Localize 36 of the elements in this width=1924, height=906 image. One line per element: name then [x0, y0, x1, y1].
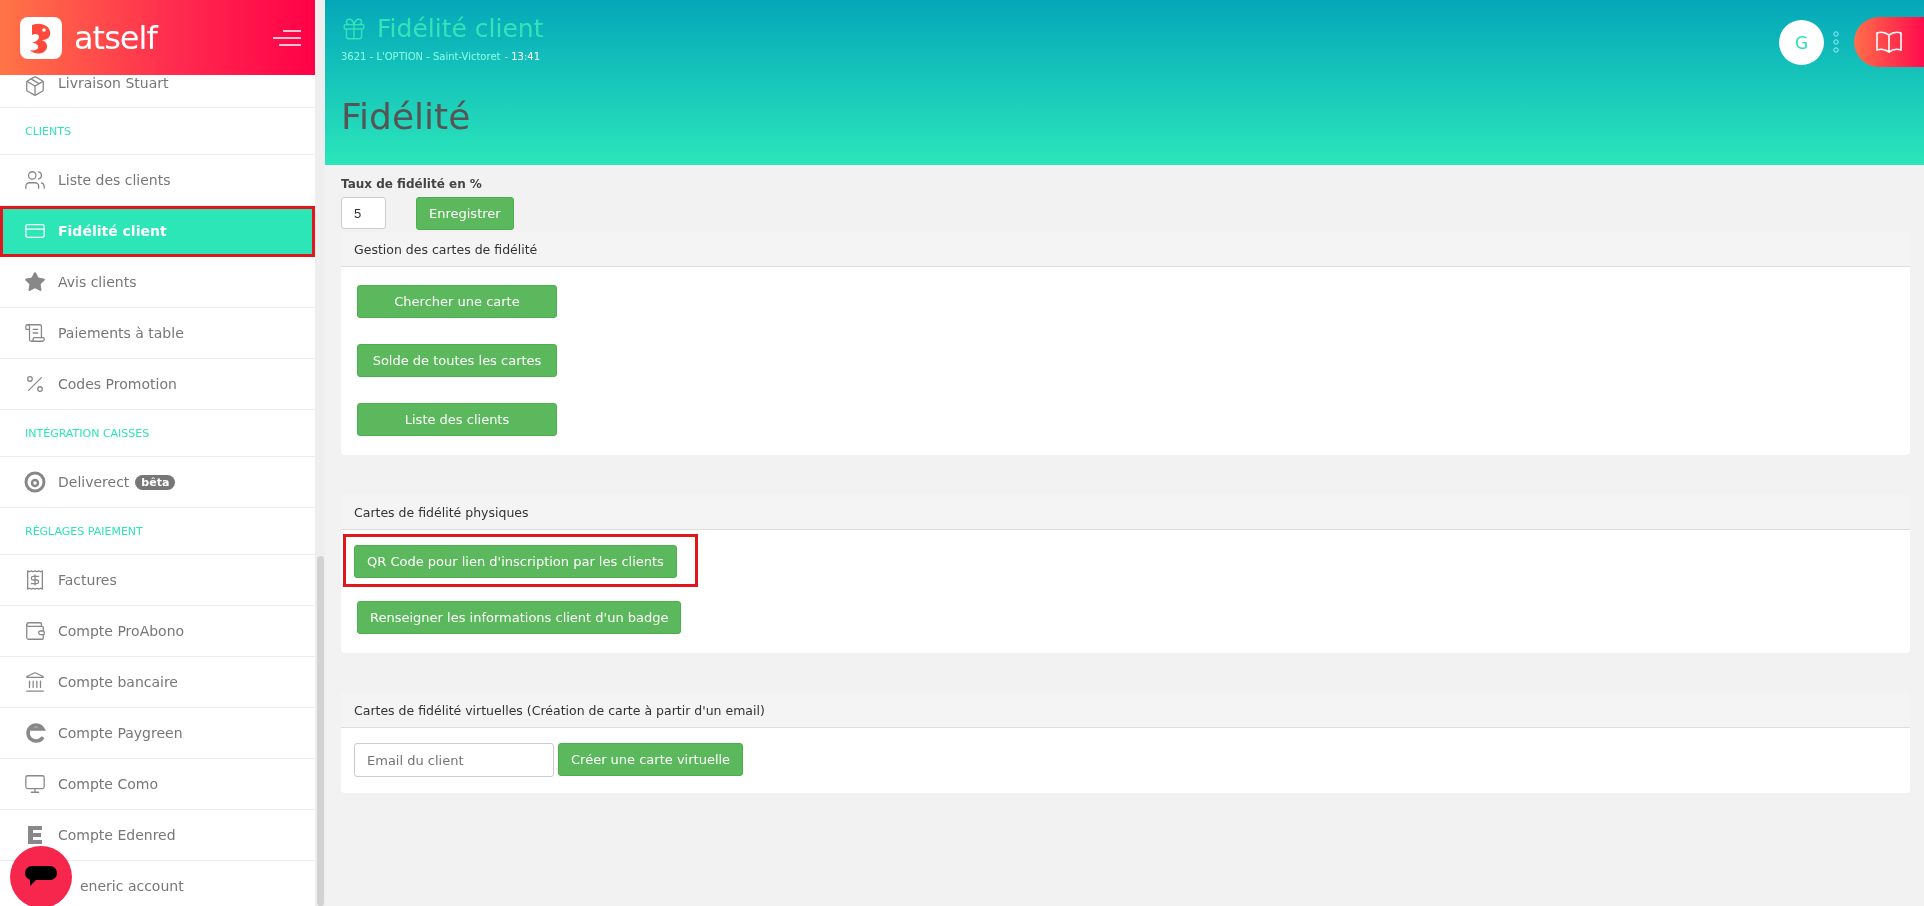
action-button[interactable]: Liste des clients	[357, 403, 557, 436]
menu-icon[interactable]	[273, 28, 301, 47]
rate-label: Taux de fidélité en %	[341, 177, 483, 191]
scrollbar-thumb[interactable]	[316, 556, 324, 906]
time-text: - 13:41	[504, 51, 541, 62]
invoice-icon	[24, 569, 46, 591]
sidebar-item[interactable]: Livraison Stuart	[0, 75, 315, 108]
wallet-icon	[24, 620, 46, 642]
save-button[interactable]: Enregistrer	[416, 197, 514, 230]
box-icon	[24, 75, 46, 97]
card-title: Cartes de fidélité virtuelles (Création de carte à partir d'un email)	[341, 693, 1910, 728]
more-icon[interactable]	[1832, 30, 1840, 54]
book-icon	[1875, 30, 1903, 54]
email-field[interactable]: Email du client	[354, 743, 554, 777]
logo-text: atself	[74, 18, 159, 57]
logo-icon	[20, 16, 62, 59]
percent-icon	[24, 373, 46, 395]
rate-input[interactable]: 5	[341, 197, 386, 229]
action-button[interactable]: QR Code pour lien d'inscription par les clients	[354, 545, 677, 578]
create-card-button[interactable]: Créer une carte virtuelle	[558, 743, 744, 776]
beta-badge: bêta	[135, 474, 176, 490]
card-title: Cartes de fidélité physiques	[341, 495, 1910, 530]
bank-icon	[24, 671, 46, 693]
guide-button[interactable]	[1854, 17, 1924, 67]
people-icon	[24, 169, 46, 191]
circle-d-icon	[24, 471, 46, 493]
location-text: 3621 - L'OPTION - Saint-Victoret	[341, 51, 501, 62]
action-button[interactable]: Solde de toutes les cartes	[357, 344, 557, 377]
star-icon	[24, 271, 46, 293]
monitor-icon	[24, 773, 46, 795]
page-title: Fidélité	[341, 96, 472, 137]
e-icon	[24, 722, 46, 744]
card-title: Gestion des cartes de fidélité	[341, 232, 1910, 267]
receipt-icon	[24, 322, 46, 344]
action-button[interactable]: Renseigner les informations client d'un badge	[357, 601, 682, 634]
action-button[interactable]: Chercher une carte	[357, 285, 557, 318]
